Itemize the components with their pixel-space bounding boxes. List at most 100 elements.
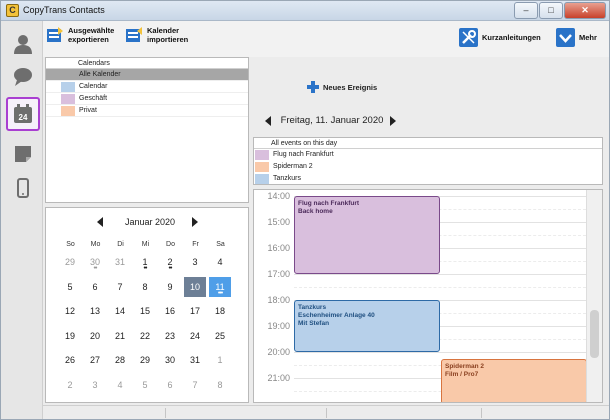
notes-nav-button[interactable] [6, 137, 40, 171]
day-title: Freitag, 11. Januar 2020 [280, 115, 384, 126]
chevron-down-icon [556, 28, 575, 47]
day-cell[interactable]: 12 [59, 301, 81, 321]
day-cell[interactable]: 10 [184, 276, 206, 297]
day-number: 10 [189, 281, 200, 292]
hour-label: 18:00 [267, 295, 290, 305]
day-cell[interactable]: 31 [109, 252, 131, 272]
day-cell[interactable]: 3 [84, 375, 106, 395]
day-cell[interactable]: 3 [184, 252, 206, 272]
day-cell[interactable]: 2 [59, 375, 81, 395]
device-nav-button[interactable] [6, 171, 40, 205]
day-cell[interactable]: 8 [134, 277, 156, 297]
weekday-label: Di [117, 241, 124, 248]
close-button[interactable]: ✕ [564, 2, 606, 19]
day-events-list: All events on this day Flug nach Frankfu… [253, 137, 603, 185]
day-cell[interactable]: 26 [59, 350, 81, 370]
day-cell[interactable]: 22 [134, 326, 156, 346]
day-cell[interactable]: 16 [159, 301, 181, 321]
day-cell[interactable]: 6 [159, 375, 181, 395]
calendar-color-swatch [61, 106, 75, 116]
day-cell[interactable]: 29 [134, 350, 156, 370]
hour-label: 14:00 [267, 191, 290, 201]
day-cell[interactable]: 31 [184, 350, 206, 370]
day-cell[interactable]: 18 [209, 301, 231, 321]
day-cell[interactable]: 28 [109, 350, 131, 370]
day-cell[interactable]: 2 •• [159, 252, 181, 272]
day-cell[interactable]: 30 [159, 350, 181, 370]
day-cell[interactable]: 23 [159, 326, 181, 346]
day-number: 30 [164, 355, 175, 365]
note-icon [15, 146, 31, 162]
calendar-item[interactable]: Alle Kalender [46, 69, 248, 81]
day-cell[interactable]: 6 [84, 277, 106, 297]
import-label-line2: importieren [147, 35, 189, 44]
quick-guides-button[interactable]: Kurzanleitungen [459, 28, 541, 47]
day-cell[interactable]: 8 [209, 375, 231, 395]
day-cell[interactable]: 24 [184, 326, 206, 346]
day-cell[interactable]: 29 [59, 252, 81, 272]
timeline-event[interactable]: Tanzkurs Eschenheimer Anlage 40 Mit Stefan [294, 300, 440, 352]
plus-icon [307, 81, 319, 93]
day-number: 29 [139, 355, 150, 365]
day-cell[interactable]: 11 ••• [209, 276, 231, 297]
day-event-item[interactable]: Spiderman 2 [254, 161, 602, 173]
previous-month-button[interactable] [97, 217, 103, 227]
more-label: Mehr [579, 33, 597, 42]
day-cell[interactable]: 9 [159, 277, 181, 297]
day-event-item[interactable]: Tanzkurs [254, 173, 602, 185]
day-cell[interactable]: 17 [184, 301, 206, 321]
timeline-scrollbar[interactable] [586, 190, 602, 402]
next-month-button[interactable] [192, 217, 198, 227]
day-cell[interactable]: 5 [59, 277, 81, 297]
day-cell[interactable]: 4 [209, 252, 231, 272]
day-cell[interactable]: 19 [59, 326, 81, 346]
import-calendar-button[interactable]: Kalender importieren [125, 26, 188, 44]
day-number: 6 [167, 379, 173, 390]
scrollbar-thumb[interactable] [590, 310, 599, 358]
day-cell[interactable]: 4 [109, 375, 131, 395]
day-cell[interactable]: 1 [209, 350, 231, 370]
day-cell[interactable]: 21 [109, 326, 131, 346]
minimize-button[interactable]: – [514, 2, 538, 19]
day-number: 27 [89, 355, 100, 365]
day-cell[interactable]: 13 [84, 301, 106, 321]
day-cell[interactable]: 1 •• [134, 252, 156, 272]
calendar-nav-button[interactable]: 24 [6, 97, 40, 131]
status-bar [43, 405, 609, 419]
more-button[interactable]: Mehr [556, 28, 597, 47]
import-calendar-icon [126, 27, 142, 42]
calendar-item-label: Calendar [79, 83, 108, 90]
new-event-button[interactable]: Neues Ereignis [307, 81, 377, 93]
day-cell[interactable]: 20 [84, 326, 106, 346]
day-cell[interactable]: 15 [134, 301, 156, 321]
phone-icon [17, 178, 29, 198]
previous-day-button[interactable] [265, 116, 271, 126]
next-day-button[interactable] [390, 116, 396, 126]
calendar-item[interactable]: Calendar [46, 81, 248, 93]
timeline-event[interactable]: Spiderman 2 Film / Pro7 [441, 358, 587, 402]
day-cell[interactable]: 14 [109, 301, 131, 321]
export-label-line1: Ausgewählte [68, 26, 115, 35]
messages-nav-button[interactable] [6, 59, 40, 93]
day-number: 7 [192, 379, 198, 390]
timeline-event[interactable]: Flug nach Frankfurt Back home [294, 196, 440, 274]
maximize-button[interactable]: □ [539, 2, 563, 19]
calendar-item[interactable]: Geschäft [46, 93, 248, 105]
day-number: 31 [114, 257, 125, 267]
day-event-item[interactable]: Flug nach Frankfurt [254, 149, 602, 161]
day-cell[interactable]: 7 [184, 375, 206, 395]
day-cell[interactable]: 30 •• [84, 252, 106, 272]
day-cell[interactable]: 7 [109, 277, 131, 297]
month-title: Januar 2020 [124, 217, 176, 227]
event-text-line: Spiderman 2 [445, 362, 485, 370]
contacts-nav-button[interactable] [6, 27, 40, 61]
title-bar[interactable]: C CopyTrans Contacts – □ ✕ [1, 1, 609, 21]
day-cell[interactable]: 25 [209, 326, 231, 346]
event-text-line: Mit Stefan [298, 320, 330, 327]
event-color-swatch [255, 162, 269, 172]
day-events-header: All events on this day [254, 138, 602, 149]
export-selected-button[interactable]: Ausgewählte exportieren [46, 26, 114, 44]
calendar-item[interactable]: Privat [46, 105, 248, 117]
day-cell[interactable]: 27 [84, 350, 106, 370]
day-cell[interactable]: 5 [134, 375, 156, 395]
